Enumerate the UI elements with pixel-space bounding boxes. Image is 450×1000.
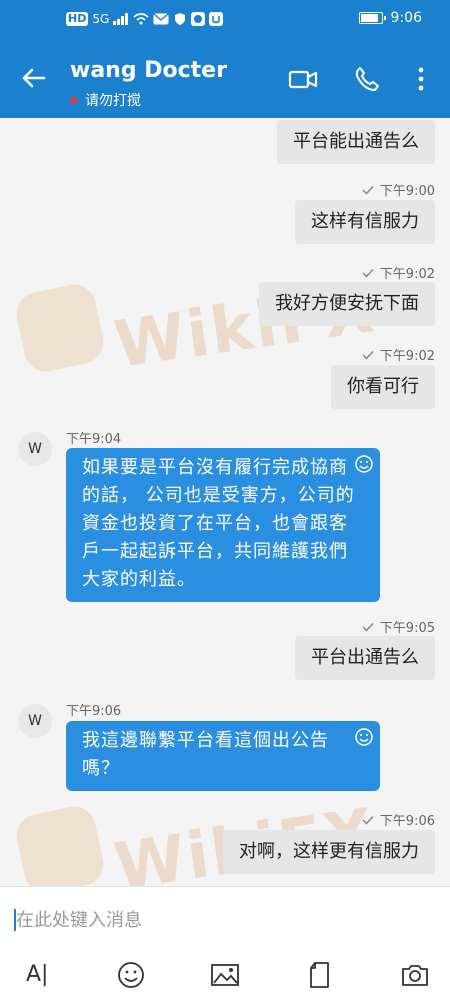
message-outgoing[interactable]: 这样有信服力 bbox=[295, 200, 435, 244]
message-outgoing[interactable]: 平台出通告么 bbox=[295, 636, 435, 680]
battery-icon bbox=[358, 12, 386, 24]
signal-icon bbox=[113, 13, 129, 25]
hd-icon: HD bbox=[66, 12, 89, 26]
status-bar: HD 5G 9:06 bbox=[0, 0, 450, 40]
do-not-disturb-dot bbox=[70, 96, 77, 104]
message-time: 下午9:04 bbox=[66, 432, 122, 447]
app-icon bbox=[191, 12, 206, 26]
message-text: 我這邊聯繫平台看這個出公告嗎？ bbox=[82, 730, 329, 779]
compose-bar bbox=[0, 886, 450, 950]
watermark-logo bbox=[12, 280, 108, 376]
contact-status-label: 请勿打搅 bbox=[85, 93, 141, 109]
message-outgoing[interactable]: 我好方便安抚下面 bbox=[259, 282, 435, 326]
contact-name[interactable]: wang Docter bbox=[70, 58, 227, 83]
message-timestamp: 下午9:06 bbox=[362, 810, 435, 829]
message-timestamp: 下午9:02 bbox=[362, 345, 435, 364]
file-icon[interactable] bbox=[305, 960, 335, 990]
status-icons-right: 9:06 bbox=[358, 10, 422, 26]
contact-status: 请勿打搅 bbox=[70, 90, 141, 110]
message-time: 下午9:06 bbox=[66, 704, 122, 719]
compose-toolbar: A| bbox=[0, 950, 450, 1000]
camera-icon[interactable] bbox=[400, 960, 430, 990]
watermark-logo bbox=[12, 802, 108, 886]
video-call-icon[interactable] bbox=[288, 64, 318, 94]
message-time: 下午9:02 bbox=[379, 349, 435, 364]
message-input[interactable] bbox=[16, 906, 426, 934]
check-icon bbox=[362, 268, 374, 278]
back-arrow-icon[interactable] bbox=[18, 62, 50, 94]
message-outgoing[interactable]: 对啊，这样更有信服力 bbox=[223, 830, 435, 874]
check-icon bbox=[362, 185, 374, 195]
text-format-icon[interactable]: A| bbox=[26, 962, 48, 987]
network-type: 5G bbox=[92, 12, 110, 26]
check-icon bbox=[362, 815, 374, 825]
shield-icon bbox=[175, 13, 186, 25]
message-timestamp: 下午9:02 bbox=[362, 263, 435, 282]
app2-icon bbox=[209, 12, 224, 26]
message-outgoing[interactable]: 平台能出通告么 bbox=[277, 120, 435, 164]
react-emoji-icon[interactable] bbox=[354, 454, 374, 474]
message-text: 如果要是平台沒有履行完成協商的話， 公司也是受害方，公司的資金也投資了在平台，也… bbox=[82, 457, 355, 590]
chat-header: wang Docter 请勿打搅 bbox=[0, 40, 450, 118]
mail-icon bbox=[153, 13, 169, 25]
avatar[interactable]: W bbox=[18, 704, 52, 738]
message-incoming[interactable]: 我這邊聯繫平台看這個出公告嗎？ bbox=[66, 721, 380, 791]
status-icons-left: HD 5G bbox=[66, 12, 224, 26]
check-icon bbox=[362, 350, 374, 360]
image-icon[interactable] bbox=[210, 960, 240, 990]
message-time: 下午9:06 bbox=[379, 814, 435, 829]
wifi-icon bbox=[133, 13, 149, 25]
more-options-icon[interactable] bbox=[406, 64, 436, 94]
avatar[interactable]: W bbox=[18, 432, 52, 466]
message-outgoing[interactable]: 你看可行 bbox=[331, 365, 435, 409]
message-time: 下午9:00 bbox=[379, 184, 435, 199]
chat-area[interactable]: WikiFX WikiFX 平台能出通告么 下午9:00 这样有信服力 下午9:… bbox=[0, 118, 450, 886]
phone-call-icon[interactable] bbox=[352, 64, 382, 94]
message-time: 下午9:05 bbox=[379, 621, 435, 636]
message-incoming[interactable]: 如果要是平台沒有履行完成協商的話， 公司也是受害方，公司的資金也投資了在平台，也… bbox=[66, 448, 380, 602]
message-timestamp: 下午9:00 bbox=[362, 180, 435, 199]
message-timestamp: 下午9:05 bbox=[362, 617, 435, 636]
emoji-icon[interactable] bbox=[116, 960, 146, 990]
react-emoji-icon[interactable] bbox=[354, 727, 374, 747]
message-time: 下午9:02 bbox=[379, 267, 435, 282]
check-icon bbox=[362, 622, 374, 632]
clock: 9:06 bbox=[390, 10, 422, 26]
